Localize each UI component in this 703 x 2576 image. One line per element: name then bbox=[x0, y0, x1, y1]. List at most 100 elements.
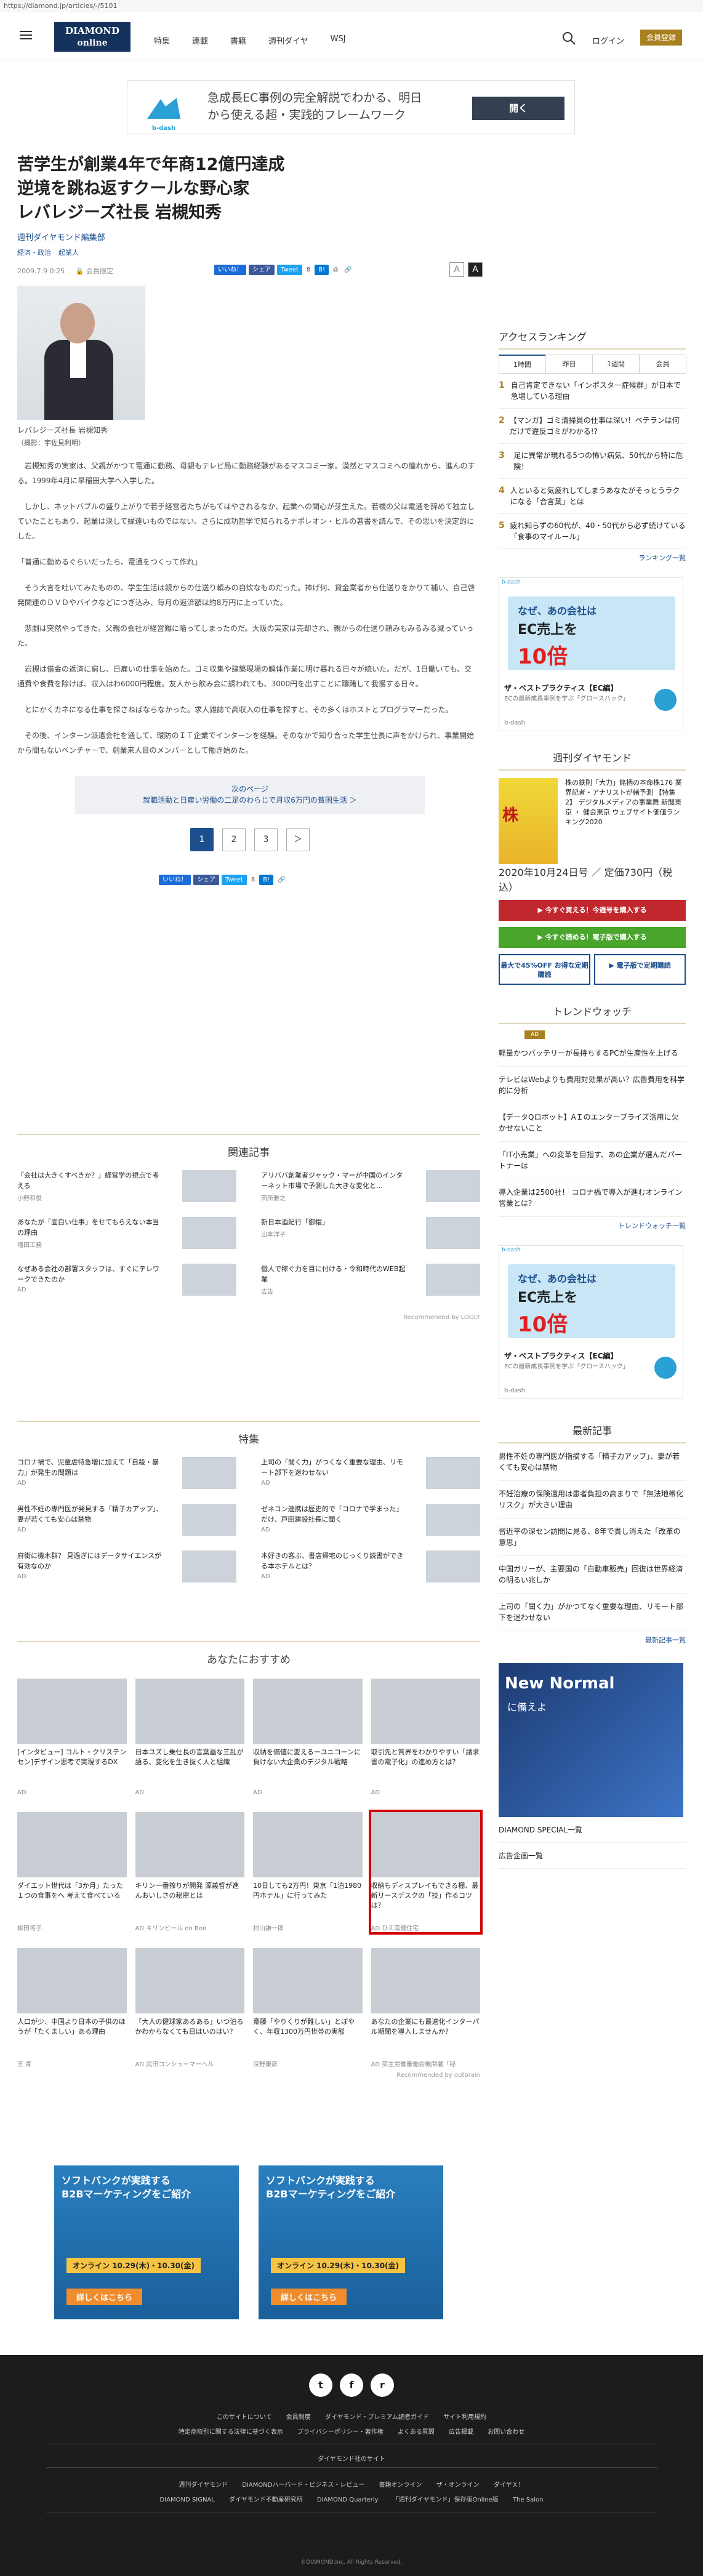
search-icon[interactable] bbox=[561, 31, 576, 46]
trend-item[interactable]: 「IT小売業」への変革を目指す、あの企業が選んだパートナーは bbox=[499, 1142, 686, 1179]
footer-link[interactable]: ダイヤモンド・プレミアム読者ガイド bbox=[325, 2414, 429, 2421]
ad-open-button[interactable]: 開く bbox=[472, 97, 564, 120]
category-startup[interactable]: 起業人 bbox=[58, 247, 79, 257]
buy-digital-button[interactable]: ▶ 今すぐ読める！電子版で購入する bbox=[499, 927, 686, 948]
news-item[interactable]: 習近平の深セン訪問に見る、8年で貴し消えた「改革の意思」 bbox=[499, 1519, 686, 1556]
link-icon[interactable]: 🔗 bbox=[342, 265, 353, 275]
side-ad-bdash-2[interactable]: b-dash なぜ、あの会社は EC売上を 10倍 ザ・ベストプラクティス【EC… bbox=[499, 1245, 683, 1399]
ranking-item[interactable]: 4 人といると気疲れしてしまうあなたがそっとうラクになる「合言葉」とは bbox=[499, 479, 686, 514]
hatena-bookmark-button[interactable]: B! bbox=[315, 265, 329, 275]
footer-link[interactable]: このサイトについて bbox=[217, 2414, 272, 2421]
softbank-ad[interactable]: ソフトバンクが実践する B2Bマーケティングをご紹介 オンライン 10.29(木)… bbox=[259, 2165, 443, 2319]
tab-yesterday[interactable]: 昨日 bbox=[545, 355, 593, 373]
footer-link[interactable]: ダイヤモンド不動産研究所 bbox=[229, 2497, 303, 2503]
recommended-by-outbrain[interactable]: Recommended by outbrain bbox=[17, 2072, 480, 2079]
footer-link[interactable]: お問い合わせ bbox=[488, 2429, 524, 2436]
tweet-button[interactable]: Tweet bbox=[277, 265, 302, 275]
tab-1hour[interactable]: 1時間 bbox=[499, 355, 546, 373]
ranking-item[interactable]: 1 自己肯定できない「インポスター症候群」が日本で急増している理由 bbox=[499, 374, 686, 409]
footer-link[interactable]: ザ・オンライン bbox=[436, 2482, 480, 2489]
twitter-icon[interactable]: t bbox=[309, 2373, 332, 2397]
footer-link[interactable]: よくある質問 bbox=[398, 2429, 435, 2436]
page-next[interactable]: ＞ bbox=[286, 828, 310, 851]
feature-item[interactable]: コロナ禍で、児童虐待急増に加えて「自殺・暴力」が発生の問題は AD bbox=[17, 1457, 236, 1496]
nav-item-series[interactable]: 連載 bbox=[192, 34, 208, 46]
page-1[interactable]: 1 bbox=[190, 828, 214, 851]
ranking-more-link[interactable]: ランキング一覧 bbox=[499, 553, 686, 563]
footer-link[interactable]: DIAMOND Quarterly bbox=[317, 2497, 379, 2503]
ad-page-list-link[interactable]: 広告企画一覧 bbox=[499, 1843, 686, 1869]
share-button[interactable]: シェア bbox=[193, 875, 219, 885]
share-button[interactable]: シェア bbox=[249, 265, 275, 275]
recommend-card[interactable]: 斎藤「やりくりが難しい」とぼやく、年収1300万円世帯の実態 深野康彦 bbox=[253, 1948, 363, 2068]
tab-members[interactable]: 会員 bbox=[639, 355, 686, 373]
buy-print-button[interactable]: ▶ 今すぐ買える！今週号を購入する bbox=[499, 900, 686, 921]
register-button[interactable]: 会員登録 bbox=[640, 30, 682, 46]
feature-item[interactable]: 本好きの客ぶ、書店帰宅のじっくり読書ができる本ホテルとは？ AD bbox=[261, 1551, 480, 1590]
side-ad-go-icon[interactable] bbox=[654, 689, 677, 711]
category-economy[interactable]: 経済・政治 bbox=[17, 247, 51, 257]
side-ad-go-icon[interactable] bbox=[654, 1357, 677, 1379]
recommend-card[interactable]: あなたの企業にも最適化インターパル期間を導入しませんか？ AD 菜主労働審働会機関… bbox=[371, 1948, 480, 2068]
nav-item-wsj[interactable]: WSJ bbox=[331, 34, 346, 46]
ranking-item[interactable]: 3 足に異常が現れる5つの怖い病気、50代から特に危険！ bbox=[499, 444, 686, 479]
news-item[interactable]: 中国ガリーが、主要国の「自動車販売」回復は世界経済の明るい兆しか bbox=[499, 1556, 686, 1594]
hamburger-menu-icon[interactable] bbox=[20, 31, 32, 39]
trend-item[interactable]: 【データQロボット】AＩのエンターブライズ活用に欠かせないこと bbox=[499, 1104, 686, 1142]
login-link[interactable]: ログイン bbox=[592, 34, 624, 46]
related-item[interactable]: 「会社は大きくすべきか？」経営学の視点で考える 小野和俊 bbox=[17, 1170, 236, 1210]
top-banner-ad[interactable]: b-dash 急成長EC事例の完全解説でわかる、明日 から使える超・実践的フレー… bbox=[127, 80, 575, 134]
footer-link[interactable]: プライバシーポリシー・著作権 bbox=[297, 2429, 384, 2436]
news-more-link[interactable]: 最新記事一覧 bbox=[499, 1635, 686, 1645]
nav-item-books[interactable]: 書籍 bbox=[230, 34, 246, 46]
like-button[interactable]: いいね！ bbox=[214, 265, 246, 275]
footer-link[interactable]: DIAMONDハーバード・ビジネス・レビュー bbox=[242, 2482, 364, 2489]
byline[interactable]: 週刊ダイヤモンド編集部 bbox=[17, 231, 483, 243]
link-icon[interactable]: 🔗 bbox=[276, 875, 287, 885]
related-item[interactable]: あなたが「面白い仕事」をせてもらえない本当の理由 増田工務 bbox=[17, 1217, 236, 1256]
footer-link[interactable]: 「週刊ダイヤモンド」保存版Online版 bbox=[393, 2497, 499, 2503]
recommend-card[interactable]: 取引先と質界をわかりやすい「請求書の電子化」の進め方とは？ AD bbox=[371, 1679, 480, 1796]
footer-link[interactable]: ダイヤＸ！ bbox=[494, 2482, 524, 2489]
recommend-card[interactable]: 人口が少、中国より日本の子供のほうが「たくましい」ある理由王 青 bbox=[17, 1948, 127, 2068]
ad-cta-button[interactable]: 詳しくはこちら bbox=[66, 2289, 143, 2305]
footer-link[interactable]: 広告掲載 bbox=[449, 2429, 473, 2436]
feature-item[interactable]: ゼネコン連携は歴史的で「コロナで学まった」だけ、戸田建設社長に聞く AD bbox=[261, 1504, 480, 1543]
hatena-bookmark-button[interactable]: B! bbox=[259, 875, 274, 885]
print-icon[interactable]: ⎙ bbox=[331, 265, 340, 275]
tab-1week[interactable]: 1週間 bbox=[592, 355, 640, 373]
softbank-ad[interactable]: ソフトバンクが実践する B2Bマーケティングをご紹介 オンライン 10.29(木)… bbox=[54, 2165, 239, 2319]
subscribe-digital-button[interactable]: ▶ 電子版で定期購読 bbox=[594, 954, 686, 985]
recommended-by-logly[interactable]: Recommended by LOGLY bbox=[17, 1314, 480, 1321]
tweet-button[interactable]: Tweet bbox=[222, 875, 247, 885]
site-logo[interactable]: DIAMOND online bbox=[54, 22, 131, 52]
trend-more-link[interactable]: トレンドウォッチ一覧 bbox=[499, 1221, 686, 1230]
footer-link[interactable]: 週刊ダイヤモンド bbox=[179, 2482, 228, 2489]
recommend-card[interactable]: [インタビュー] コルト・クリステンセン]デザイン思考で実現するDX AD bbox=[17, 1679, 127, 1796]
footer-link[interactable]: 会員制度 bbox=[286, 2414, 311, 2421]
side-ad-bdash[interactable]: b-dash なぜ、あの会社は EC売上を 10倍 ザ・ベストプラクティス【EC… bbox=[499, 577, 683, 731]
nav-item-feature[interactable]: 特集 bbox=[154, 34, 170, 46]
related-item[interactable]: 個人で稼ぐ力を目に付ける・令和時代のWEB起業 広告 bbox=[261, 1264, 480, 1303]
trend-item[interactable]: 軽量かつバッテリーが長持ちするPCが生産性を上げる bbox=[499, 1040, 686, 1067]
footer-link[interactable]: The Salon bbox=[513, 2497, 544, 2503]
facebook-icon[interactable]: f bbox=[340, 2373, 363, 2397]
like-button[interactable]: いいね！ bbox=[159, 875, 191, 885]
recommend-card[interactable]: 収納を価値に変えるーユニコーンに負けない大企業のデジタル戦略 AD bbox=[253, 1679, 363, 1796]
rss-icon[interactable]: r bbox=[371, 2373, 394, 2397]
related-item[interactable]: 新日本酒紀行「御帽」 山本洋子 bbox=[261, 1217, 480, 1256]
footer-link[interactable]: 特定商取引に関する法律に基づく表示 bbox=[179, 2429, 283, 2436]
url-bar[interactable]: https://diamond.jp/articles/-/5101 bbox=[0, 0, 703, 12]
page-3[interactable]: 3 bbox=[254, 828, 278, 851]
recommend-card[interactable]: キリン一番搾りが開発 源義哲が進んおいしさの秘密とは AD キリンビール on B… bbox=[135, 1812, 244, 1932]
next-page-box[interactable]: 次のページ 就職活動と日雇い労働の二足のわらじで月収6万円の貧困生活 ＞ bbox=[75, 776, 425, 814]
feature-item[interactable]: 上司の「聞く力」がつくなく重要な理由、リモート部下を迷わせない AD bbox=[261, 1457, 480, 1496]
ranking-item[interactable]: 5 疲れ知らずの60代が、40・50代から必ず続けている「食事のマイルール」 bbox=[499, 514, 686, 549]
news-item[interactable]: 男性不妊の専門医が指摘する「精子力アップ」、妻が若くても安心は禁物 bbox=[499, 1443, 686, 1481]
recommend-card[interactable]: ダイエット世代は「3か月」たった１つの食事をへ 考えて食べている 柳田将子 bbox=[17, 1812, 127, 1932]
font-small-button[interactable]: A bbox=[449, 262, 464, 277]
trend-item[interactable]: 導入企業は2500社！ コロナ禍で導入が進むオンライン営業とは？ bbox=[499, 1179, 686, 1217]
trend-item[interactable]: テレビはWebよりも費用対効果が高い？広告費用を科学的に分析 bbox=[499, 1067, 686, 1104]
nav-item-weekly[interactable]: 週刊ダイヤ bbox=[268, 34, 308, 46]
recommend-card[interactable]: 日本ユズし乗仕長の言葉画な三乱が語る、変化を生き抜く人と組織 AD bbox=[135, 1679, 244, 1796]
